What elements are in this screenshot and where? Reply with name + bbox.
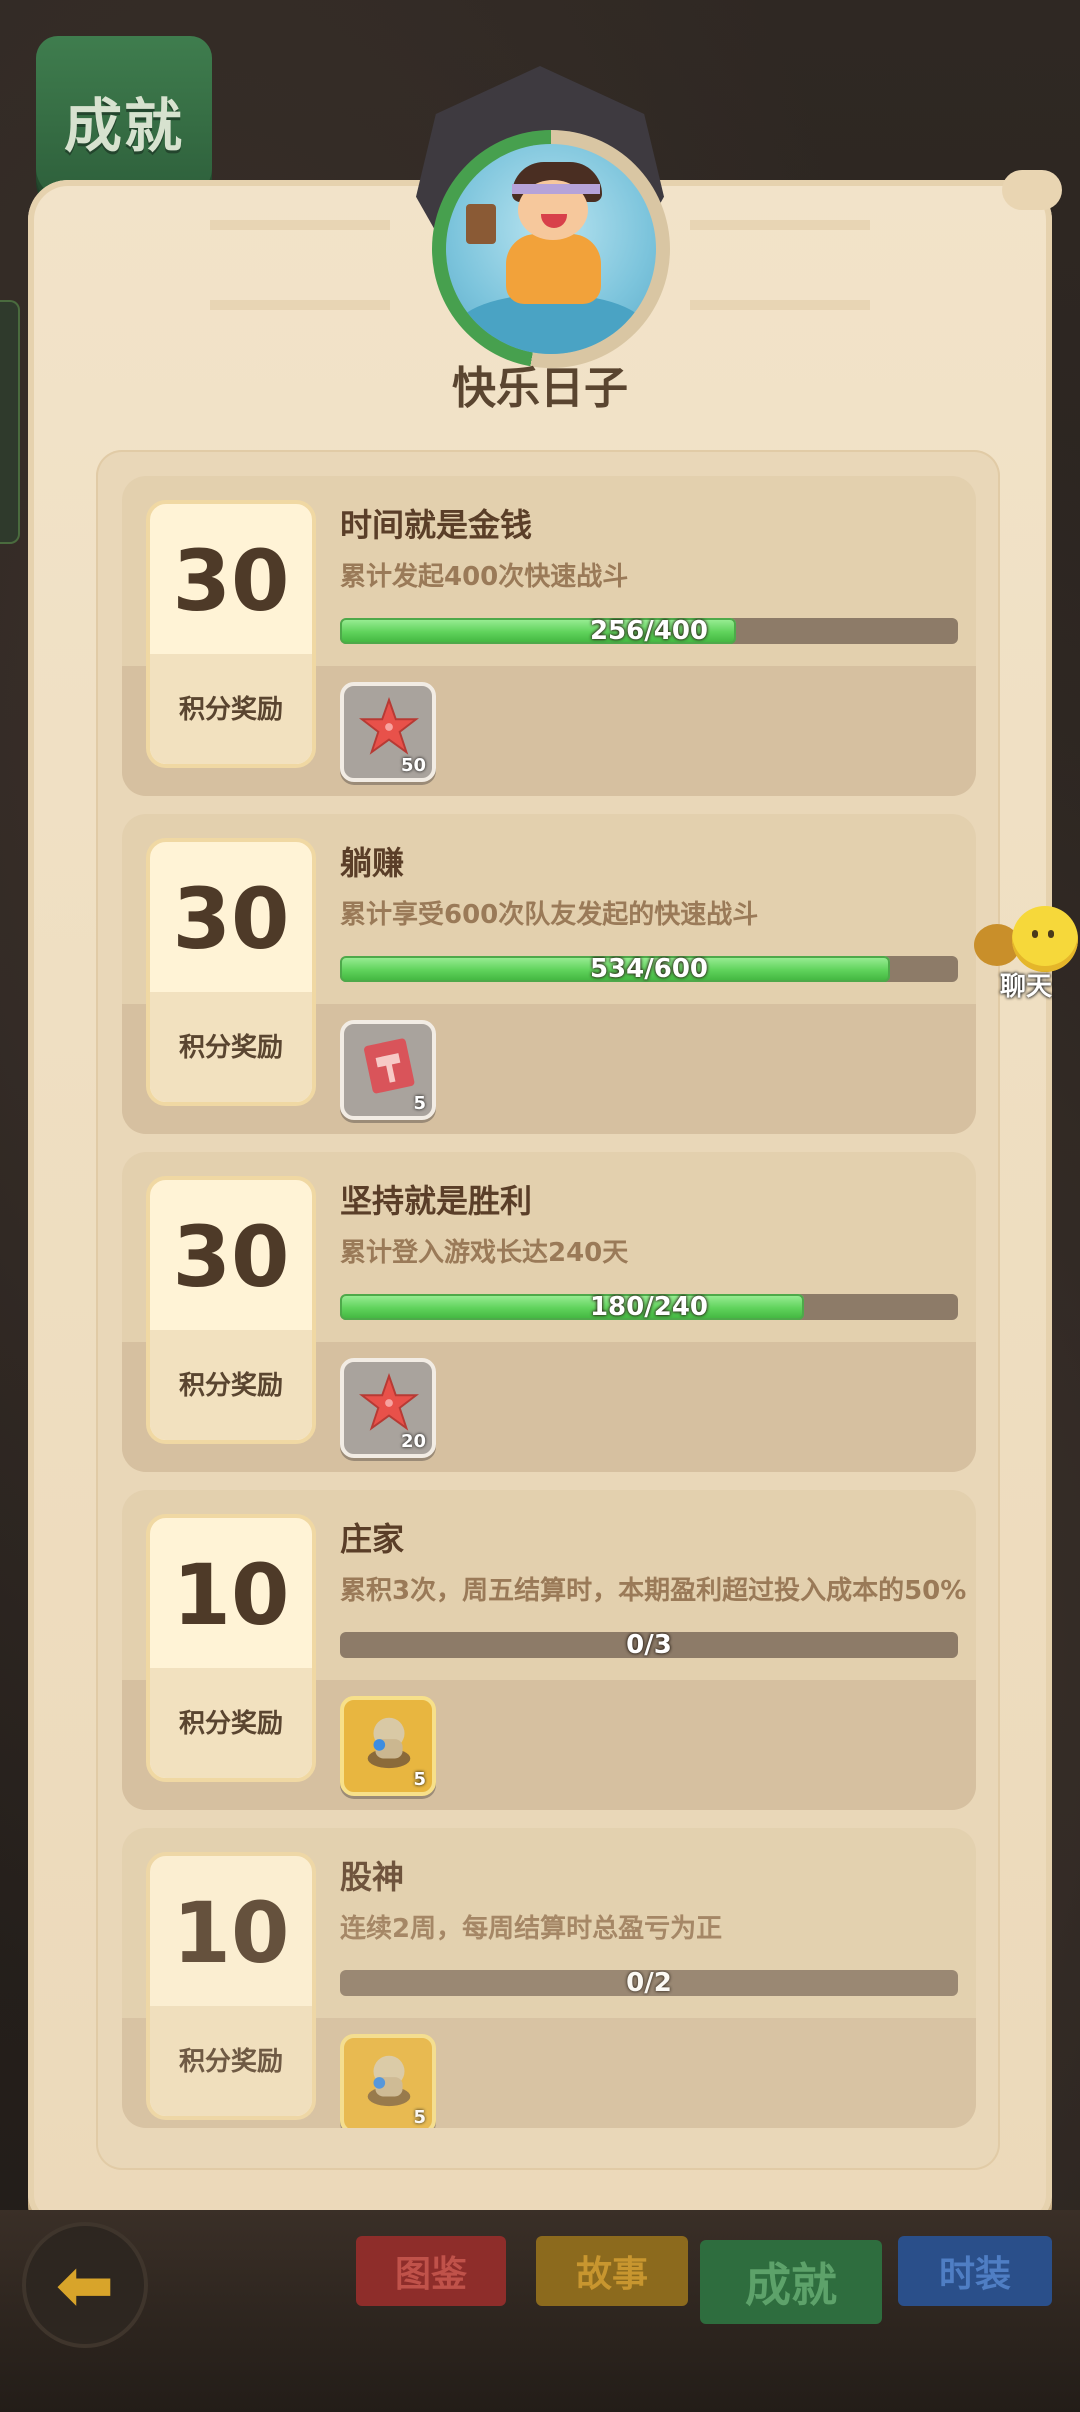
progress-text: 180/240 <box>589 1294 709 1320</box>
tab-collection[interactable]: 图鉴 <box>356 2236 506 2306</box>
reward-points: 30 <box>172 870 290 968</box>
achievement-desc: 连续2周，每周结算时总盈亏为正 <box>340 1914 723 1944</box>
progress-bar: 0/2 <box>340 1970 958 1996</box>
achievement-title: 股神 <box>340 1858 405 1896</box>
reward-label: 积分奖励 <box>178 1709 283 1739</box>
progress-bar: 534/600 <box>340 956 958 982</box>
achievement-card: 30 积分奖励 坚持就是胜利 累计登入游戏长达240天 180/240 20 <box>122 1152 976 1472</box>
achievement-title: 时间就是金钱 <box>340 506 533 544</box>
reward-points-box: 30 积分奖励 <box>146 838 316 1106</box>
deco-pattern-right <box>690 220 870 310</box>
achievement-card: 30 积分奖励 时间就是金钱 累计发起400次快速战斗 256/400 50 <box>122 476 976 796</box>
achievement-title: 坚持就是胜利 <box>340 1182 533 1220</box>
deco-pattern-left <box>210 220 390 310</box>
progress-text: 0/2 <box>626 1970 672 1996</box>
chat-button[interactable]: 聊天 <box>972 898 1080 1008</box>
golden-idol-icon <box>367 1717 411 1769</box>
tab-fashion[interactable]: 时装 <box>898 2236 1052 2306</box>
starfish-icon <box>359 1372 419 1431</box>
reward-label: 积分奖励 <box>178 1033 283 1063</box>
reward-label: 积分奖励 <box>178 2047 283 2077</box>
progress-bar: 0/3 <box>340 1632 958 1658</box>
hammer-ticket-icon <box>364 1038 415 1094</box>
back-button[interactable]: ⬅ <box>22 2222 148 2348</box>
progress-text: 0/3 <box>626 1632 672 1658</box>
reward-item[interactable]: 50 <box>340 682 436 782</box>
reward-points-box: 10 积分奖励 <box>146 1852 316 2120</box>
achievement-card: 30 积分奖励 躺赚 累计享受600次队友发起的快速战斗 534/600 5 <box>122 814 976 1134</box>
reward-points: 10 <box>172 1884 290 1982</box>
starfish-icon <box>359 696 419 755</box>
achievement-set-title: 快乐日子 <box>452 363 628 414</box>
achievement-card: 10 积分奖励 庄家 累积3次，周五结算时，本期盈利超过投入成本的50% 0/3… <box>122 1490 976 1810</box>
reward-points: 10 <box>172 1546 290 1644</box>
tab-story[interactable]: 故事 <box>536 2236 688 2306</box>
progress-text: 256/400 <box>589 618 709 644</box>
smiley-icon <box>1012 906 1078 972</box>
achievement-desc: 累计登入游戏长达240天 <box>340 1238 629 1268</box>
progress-text: 534/600 <box>589 956 709 982</box>
arrow-left-icon: ⬅ <box>55 2244 115 2326</box>
side-tab[interactable] <box>0 300 20 544</box>
progress-bar: 180/240 <box>340 1294 958 1320</box>
achievement-title: 躺赚 <box>340 844 405 882</box>
reward-item[interactable]: 20 <box>340 1358 436 1458</box>
item-count: 5 <box>413 1093 426 1114</box>
tab-achievements[interactable]: 成就 <box>700 2240 882 2324</box>
reward-points-box: 10 积分奖励 <box>146 1514 316 1782</box>
item-count: 50 <box>400 755 426 776</box>
caveman-avatar-icon <box>446 144 656 354</box>
banner-label: 成就 <box>63 92 184 160</box>
reward-points-box: 30 积分奖励 <box>146 500 316 768</box>
reward-item[interactable]: 5 <box>340 1696 436 1796</box>
reward-points-box: 30 积分奖励 <box>146 1176 316 1444</box>
reward-item[interactable]: 5 <box>340 2034 436 2128</box>
achievement-desc: 累计发起400次快速战斗 <box>340 562 629 592</box>
item-count: 5 <box>413 1769 426 1790</box>
reward-item[interactable]: 5 <box>340 1020 436 1120</box>
achievement-card: 10 积分奖励 股神 连续2周，每周结算时总盈亏为正 0/2 5 <box>122 1828 976 2128</box>
reward-label: 积分奖励 <box>178 695 283 725</box>
progress-bar: 256/400 <box>340 618 958 644</box>
item-count: 20 <box>400 1431 426 1452</box>
achievement-title: 庄家 <box>340 1520 405 1558</box>
chat-label: 聊天 <box>999 972 1052 1002</box>
reward-label: 积分奖励 <box>178 1371 283 1401</box>
parchment-curl <box>1002 170 1062 210</box>
achievement-desc: 累积3次，周五结算时，本期盈利超过投入成本的50% <box>340 1576 967 1606</box>
achievement-desc: 累计享受600次队友发起的快速战斗 <box>340 900 759 930</box>
item-count: 5 <box>413 2107 426 2128</box>
reward-points: 30 <box>172 532 290 630</box>
reward-points: 30 <box>172 1208 290 1306</box>
golden-idol-icon <box>367 2055 411 2107</box>
